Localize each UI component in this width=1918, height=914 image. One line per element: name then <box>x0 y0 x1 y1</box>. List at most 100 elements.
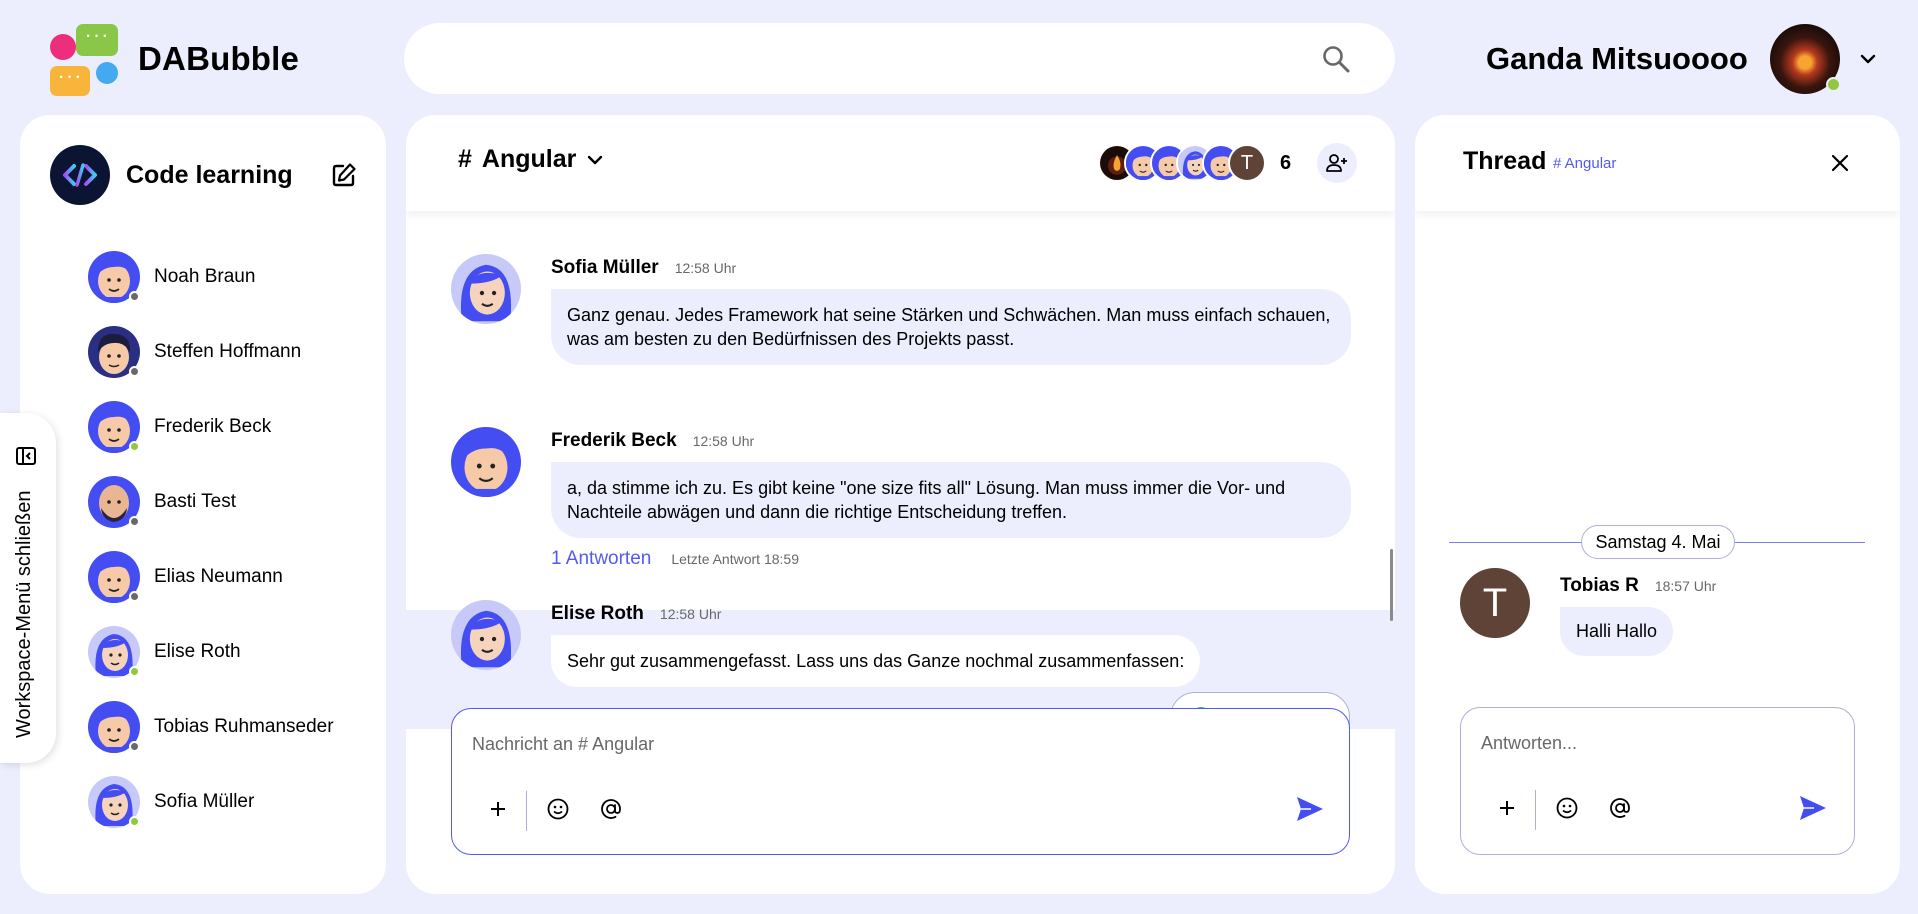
thread-panel: Thread # Angular Samstag 4. Mai T Tobias… <box>1415 115 1900 894</box>
dm-name: Tobias Ruhmanseder <box>154 715 334 737</box>
send-icon[interactable] <box>1295 795 1325 823</box>
thread-title: Thread <box>1463 147 1547 175</box>
dm-item[interactable]: Tobias Ruhmanseder <box>88 689 334 764</box>
send-icon[interactable] <box>1798 794 1828 822</box>
thread-header: Thread # Angular <box>1415 115 1900 211</box>
workspace-name: Code learning <box>126 160 293 189</box>
dm-name: Sofia Müller <box>154 790 255 812</box>
dm-name: Steffen Hoffmann <box>154 340 302 362</box>
message-time: 12:58 Uhr <box>674 260 737 276</box>
search-bar[interactable] <box>404 23 1395 94</box>
message-time: 12:58 Uhr <box>692 433 755 449</box>
dm-item[interactable]: Elise Roth <box>88 614 334 689</box>
workspace-header: Code learning <box>50 145 366 205</box>
avatar <box>88 326 140 378</box>
online-status-dot <box>129 815 140 827</box>
add-user-icon <box>1326 154 1348 172</box>
app-name: DABubble <box>138 40 300 77</box>
close-icon[interactable] <box>1828 151 1852 175</box>
logo-icon: ··· ··· <box>48 22 122 96</box>
message-bubble: Ganz genau. Jedes Framework hat seine St… <box>551 289 1351 365</box>
avatar <box>451 600 521 687</box>
offline-status-dot <box>129 290 140 302</box>
message-item[interactable]: Elise Roth 12:58 Uhr Sehr gut zusammenge… <box>451 600 1201 687</box>
toolbar-divider <box>526 791 527 831</box>
dm-item[interactable]: Noah Braun <box>88 239 334 314</box>
plus-icon[interactable] <box>484 795 512 823</box>
online-status-dot <box>129 665 140 677</box>
workspace-logo-icon <box>50 145 110 205</box>
member-avatar: T <box>1228 144 1266 182</box>
channel-name: Angular <box>481 145 577 173</box>
offline-status-dot <box>129 515 140 527</box>
avatar <box>88 251 140 303</box>
emoji-icon[interactable] <box>544 795 572 823</box>
scrollbar[interactable] <box>1390 549 1393 621</box>
avatar <box>88 626 140 678</box>
add-member-button[interactable] <box>1317 143 1358 183</box>
workspace-toggle-label: Workspace-Menü schließen <box>13 490 35 738</box>
message-bubble: a, da stimme ich zu. Es gibt keine "one … <box>551 462 1351 538</box>
avatar <box>88 401 140 453</box>
message-bubble: Halli Hallo <box>1560 607 1674 656</box>
online-status-dot <box>129 440 140 452</box>
message-author[interactable]: Elise Roth <box>551 603 644 625</box>
message-bubble: Sehr gut zusammengefasst. Lass uns das G… <box>551 635 1201 687</box>
dm-name: Noah Braun <box>154 265 256 287</box>
dm-item[interactable]: Sofia Müller <box>88 764 334 839</box>
message-author[interactable]: Sofia Müller <box>551 257 659 279</box>
offline-status-dot <box>129 740 140 752</box>
dm-name: Basti Test <box>154 490 237 512</box>
search-input[interactable] <box>434 39 1314 79</box>
avatar: T <box>1460 568 1530 638</box>
channel-members[interactable]: T 6 <box>1098 143 1358 183</box>
workspace-menu-toggle[interactable]: Workspace-Menü schließen <box>0 413 56 763</box>
message-composer <box>451 708 1350 855</box>
message-author[interactable]: Tobias R <box>1560 575 1639 597</box>
message-time: 12:58 Uhr <box>659 606 722 622</box>
plus-icon[interactable] <box>1493 794 1521 822</box>
chevron-down-icon <box>588 155 603 164</box>
reply-input[interactable] <box>1481 728 1831 758</box>
sidebar-collapse-icon <box>16 447 36 465</box>
chevron-down-icon[interactable] <box>1858 49 1878 69</box>
mention-icon[interactable] <box>1606 794 1634 822</box>
member-count: 6 <box>1280 151 1292 174</box>
thread-replies-link[interactable]: 1 Antworten <box>551 548 651 570</box>
app-logo[interactable]: ··· ··· DABubble <box>48 22 299 96</box>
thread-channel-link[interactable]: # Angular <box>1553 155 1616 172</box>
avatar <box>88 701 140 753</box>
workspace-panel: Code learning Noah Braun Steffen Hoffman… <box>20 115 386 894</box>
avatar <box>88 776 140 828</box>
dm-name: Frederik Beck <box>154 415 272 437</box>
dm-name: Elise Roth <box>154 640 241 662</box>
avatar <box>451 254 521 365</box>
channel-panel: # Angular T 6 Sofia Müller 12:58 Uhr Gan… <box>406 115 1395 894</box>
dm-item[interactable]: Elias Neumann <box>88 539 334 614</box>
offline-status-dot <box>129 590 140 602</box>
dm-item[interactable]: Steffen Hoffmann <box>88 314 334 389</box>
search-icon[interactable] <box>1321 44 1351 74</box>
avatar <box>88 476 140 528</box>
last-reply-time: Letzte Antwort 18:59 <box>671 551 799 567</box>
user-profile[interactable]: Ganda Mitsuoooo <box>1486 24 1878 94</box>
dm-item[interactable]: Frederik Beck <box>88 389 334 464</box>
edit-square-icon[interactable] <box>330 161 358 189</box>
message-input[interactable] <box>472 729 1332 759</box>
thread-message[interactable]: T Tobias R 18:57 Uhr Halli Hallo <box>1460 568 1716 656</box>
mention-icon[interactable] <box>597 795 625 823</box>
message-time: 18:57 Uhr <box>1654 578 1717 594</box>
thread-reply-composer <box>1460 707 1855 855</box>
date-label: Samstag 4. Mai <box>1581 525 1735 559</box>
toolbar-divider <box>1535 790 1536 830</box>
message-item[interactable]: Frederik Beck 12:58 Uhr a, da stimme ich… <box>451 427 1351 570</box>
offline-status-dot <box>129 365 140 377</box>
emoji-icon[interactable] <box>1553 794 1581 822</box>
avatar <box>451 427 521 570</box>
user-name: Ganda Mitsuoooo <box>1486 41 1748 76</box>
message-author[interactable]: Frederik Beck <box>551 430 677 452</box>
user-avatar[interactable] <box>1769 24 1841 94</box>
channel-title-button[interactable]: # Angular <box>458 145 604 174</box>
dm-item[interactable]: Basti Test <box>88 464 334 539</box>
message-item[interactable]: Sofia Müller 12:58 Uhr Ganz genau. Jedes… <box>451 254 1351 365</box>
